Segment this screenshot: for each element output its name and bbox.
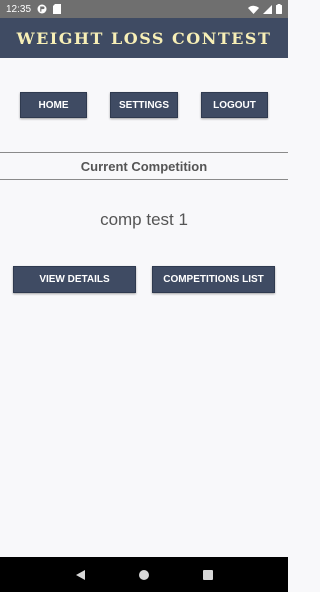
app-header: WEIGHT LOSS CONTEST	[0, 18, 288, 58]
section-title: Current Competition	[80, 158, 208, 174]
wifi-icon	[248, 5, 259, 14]
view-details-button[interactable]: VIEW DETAILS	[13, 266, 136, 293]
notification-icon	[37, 4, 47, 14]
status-right	[248, 4, 282, 14]
status-bar: 12:35	[0, 0, 288, 18]
recents-icon[interactable]	[196, 563, 220, 587]
current-competition-header: Current Competition	[0, 152, 288, 180]
signal-icon	[263, 4, 272, 14]
back-icon[interactable]	[68, 563, 92, 587]
competition-name: comp test 1	[100, 210, 188, 229]
nav-row: HOME SETTINGS LOGOUT	[0, 92, 288, 120]
settings-button[interactable]: SETTINGS	[110, 92, 178, 118]
sd-card-icon	[53, 4, 62, 14]
home-button[interactable]: HOME	[20, 92, 87, 118]
status-left: 12:35	[6, 3, 62, 15]
competitions-list-button[interactable]: COMPETITIONS LIST	[152, 266, 275, 293]
system-nav-bar	[0, 557, 288, 592]
battery-icon	[276, 4, 282, 14]
logout-button[interactable]: LOGOUT	[201, 92, 268, 118]
app-title: WEIGHT LOSS CONTEST	[16, 28, 272, 48]
home-circle-icon[interactable]	[132, 563, 156, 587]
status-time: 12:35	[6, 3, 32, 15]
